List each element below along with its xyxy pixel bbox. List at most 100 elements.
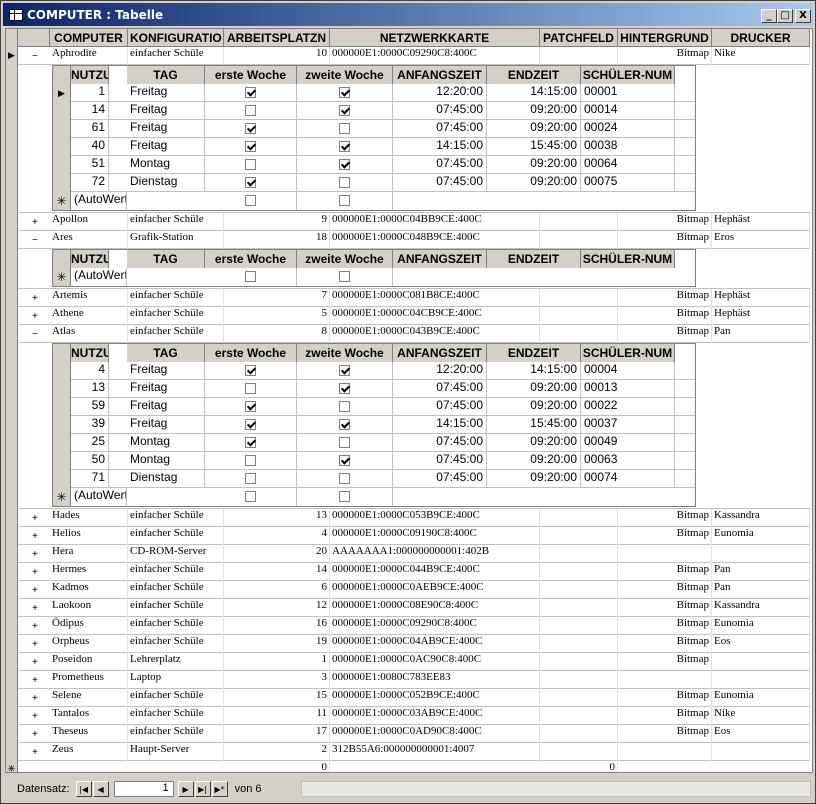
zweite-woche-checkbox[interactable] bbox=[339, 473, 350, 484]
endzeit-cell[interactable]: 09:20:00 bbox=[487, 470, 581, 488]
anfangszeit-cell[interactable]: 07:45:00 bbox=[393, 120, 487, 138]
drucker-cell[interactable]: Pan bbox=[712, 563, 810, 581]
nutzung-cell[interactable]: 4 bbox=[71, 362, 109, 380]
computer-cell[interactable]: Poseidon bbox=[50, 653, 128, 671]
table-row[interactable]: + Poseidon Lehrerplatz 1 000000E1:0000C0AC90… bbox=[6, 653, 810, 671]
drucker-cell[interactable] bbox=[712, 743, 810, 761]
sub-column-header[interactable]: ENDZEIT bbox=[487, 66, 581, 84]
erste-woche-checkbox[interactable] bbox=[245, 383, 256, 394]
sub-column-header[interactable]: ANFANGSZEIT bbox=[393, 250, 487, 268]
netzwerkkarte-cell[interactable]: 000000E1:0000C048B9CE:400C bbox=[330, 231, 540, 249]
endzeit-cell[interactable]: 09:20:00 bbox=[487, 452, 581, 470]
sub-column-header[interactable]: zweite Woche bbox=[297, 344, 393, 362]
hintergrund-cell[interactable]: Bitmap bbox=[618, 689, 712, 707]
endzeit-cell[interactable]: 09:20:00 bbox=[487, 102, 581, 120]
collapse-icon[interactable]: − bbox=[32, 235, 38, 246]
tag-cell[interactable]: Freitag bbox=[127, 102, 205, 120]
nutzung-cell[interactable]: 1 bbox=[71, 84, 109, 102]
sub-row[interactable]: 51 Montag 07:45:00 09:20:00 00064 bbox=[53, 156, 695, 174]
arbeitsplatz-cell[interactable]: 16 bbox=[224, 617, 330, 635]
konfiguration-cell[interactable]: einfacher Schüle bbox=[128, 509, 224, 527]
tag-cell[interactable]: Freitag bbox=[127, 138, 205, 156]
sub-row-selector[interactable] bbox=[53, 398, 71, 416]
sub-row-selector[interactable] bbox=[53, 120, 71, 138]
hintergrund-cell[interactable] bbox=[618, 743, 712, 761]
computer-cell[interactable]: Theseus bbox=[50, 725, 128, 743]
arbeitsplatz-cell[interactable]: 14 bbox=[224, 563, 330, 581]
sub-row-selector[interactable] bbox=[53, 174, 71, 192]
konfiguration-cell[interactable]: einfacher Schüle bbox=[128, 617, 224, 635]
nutzung-cell[interactable]: 72 bbox=[71, 174, 109, 192]
schueler-nummer-cell[interactable]: 00024 bbox=[581, 120, 675, 138]
sub-new-row[interactable]: ✳ (AutoWert) bbox=[53, 268, 695, 286]
computer-cell[interactable]: Ödipus bbox=[50, 617, 128, 635]
computer-cell[interactable]: Ares bbox=[50, 231, 128, 249]
expand-icon[interactable]: + bbox=[32, 711, 38, 722]
erste-woche-checkbox[interactable] bbox=[245, 141, 256, 152]
erste-woche-checkbox[interactable] bbox=[245, 177, 256, 188]
hintergrund-cell[interactable]: Bitmap bbox=[618, 289, 712, 307]
erste-woche-checkbox[interactable] bbox=[245, 105, 256, 116]
new-row-checkbox[interactable] bbox=[339, 195, 350, 206]
sub-column-header[interactable]: NUTZUNG bbox=[71, 66, 109, 84]
sub-column-header[interactable]: erste Woche bbox=[205, 344, 297, 362]
netzwerkkarte-cell[interactable]: 000000E1:0000C04AB9CE:400C bbox=[330, 635, 540, 653]
expand-icon[interactable]: + bbox=[32, 729, 38, 740]
arbeitsplatz-cell[interactable]: 18 bbox=[224, 231, 330, 249]
row-selector[interactable] bbox=[6, 307, 18, 325]
drucker-cell[interactable]: Eunomia bbox=[712, 689, 810, 707]
hintergrund-cell[interactable]: Bitmap bbox=[618, 707, 712, 725]
patchfeld-cell[interactable] bbox=[540, 545, 618, 563]
table-row[interactable]: + Theseus einfacher Schüle 17 000000E1:0000C… bbox=[6, 725, 810, 743]
sub-column-header[interactable]: ANFANGSZEIT bbox=[393, 344, 487, 362]
tag-cell[interactable]: Freitag bbox=[127, 120, 205, 138]
sub-row-selector[interactable] bbox=[53, 434, 71, 452]
erste-woche-checkbox[interactable] bbox=[245, 87, 256, 98]
drucker-cell[interactable]: Nike bbox=[712, 47, 810, 65]
endzeit-cell[interactable]: 15:45:00 bbox=[487, 138, 581, 156]
computer-cell[interactable]: Tantalos bbox=[50, 707, 128, 725]
hintergrund-cell[interactable]: Bitmap bbox=[618, 581, 712, 599]
netzwerkkarte-cell[interactable]: 000000E1:0000C04CB9CE:400C bbox=[330, 307, 540, 325]
sub-row[interactable]: 25 Montag 07:45:00 09:20:00 00049 bbox=[53, 434, 695, 452]
drucker-cell[interactable]: Hephäst bbox=[712, 289, 810, 307]
arbeitsplatz-cell[interactable]: 17 bbox=[224, 725, 330, 743]
drucker-cell[interactable]: Pan bbox=[712, 325, 810, 343]
row-selector[interactable] bbox=[6, 231, 18, 249]
table-row[interactable]: + Helios einfacher Schüle 4 000000E1:0000C09… bbox=[6, 527, 810, 545]
netzwerkkarte-cell[interactable]: 000000E1:0000C044B9CE:400C bbox=[330, 563, 540, 581]
erste-woche-checkbox[interactable] bbox=[245, 159, 256, 170]
computer-cell[interactable]: Atlas bbox=[50, 325, 128, 343]
konfiguration-cell[interactable]: einfacher Schüle bbox=[128, 527, 224, 545]
patchfeld-cell[interactable] bbox=[540, 743, 618, 761]
patchfeld-cell[interactable] bbox=[540, 325, 618, 343]
endzeit-cell[interactable]: 09:20:00 bbox=[487, 120, 581, 138]
sub-row[interactable]: 13 Freitag 07:45:00 09:20:00 00013 bbox=[53, 380, 695, 398]
sub-column-header[interactable]: erste Woche bbox=[205, 66, 297, 84]
header-selector[interactable] bbox=[6, 29, 18, 47]
drucker-cell[interactable] bbox=[712, 545, 810, 563]
patchfeld-cell[interactable] bbox=[540, 47, 618, 65]
sub-row[interactable]: 72 Dienstag 07:45:00 09:20:00 00075 bbox=[53, 174, 695, 192]
arbeitsplatz-cell[interactable]: 7 bbox=[224, 289, 330, 307]
konfiguration-cell[interactable]: einfacher Schüle bbox=[128, 563, 224, 581]
table-row[interactable]: + Hermes einfacher Schüle 14 000000E1:0000C0… bbox=[6, 563, 810, 581]
erste-woche-checkbox[interactable] bbox=[245, 365, 256, 376]
horizontal-scrollbar[interactable] bbox=[301, 781, 811, 797]
arbeitsplatz-cell[interactable]: 4 bbox=[224, 527, 330, 545]
schueler-nummer-cell[interactable]: 00001 bbox=[581, 84, 675, 102]
netzwerkkarte-cell[interactable]: 000000E1:0000C052B9CE:400C bbox=[330, 689, 540, 707]
table-row[interactable]: + Athene einfacher Schüle 5 000000E1:0000C04… bbox=[6, 307, 810, 325]
sub-column-header[interactable]: NUTZUNG bbox=[71, 250, 109, 268]
nutzung-cell[interactable]: 13 bbox=[71, 380, 109, 398]
autowert-placeholder[interactable]: (AutoWert) bbox=[71, 488, 127, 506]
first-record-button[interactable]: |◀ bbox=[75, 781, 92, 797]
new-patchfeld-cell[interactable]: 0 bbox=[540, 761, 618, 772]
arbeitsplatz-cell[interactable]: 11 bbox=[224, 707, 330, 725]
konfiguration-cell[interactable]: einfacher Schüle bbox=[128, 325, 224, 343]
column-header[interactable]: HINTERGRUND bbox=[618, 29, 712, 47]
drucker-cell[interactable] bbox=[712, 671, 810, 689]
sub-row[interactable]: 50 Montag 07:45:00 09:20:00 00063 bbox=[53, 452, 695, 470]
sub-column-header[interactable]: ENDZEIT bbox=[487, 250, 581, 268]
expand-icon[interactable]: + bbox=[32, 675, 38, 686]
